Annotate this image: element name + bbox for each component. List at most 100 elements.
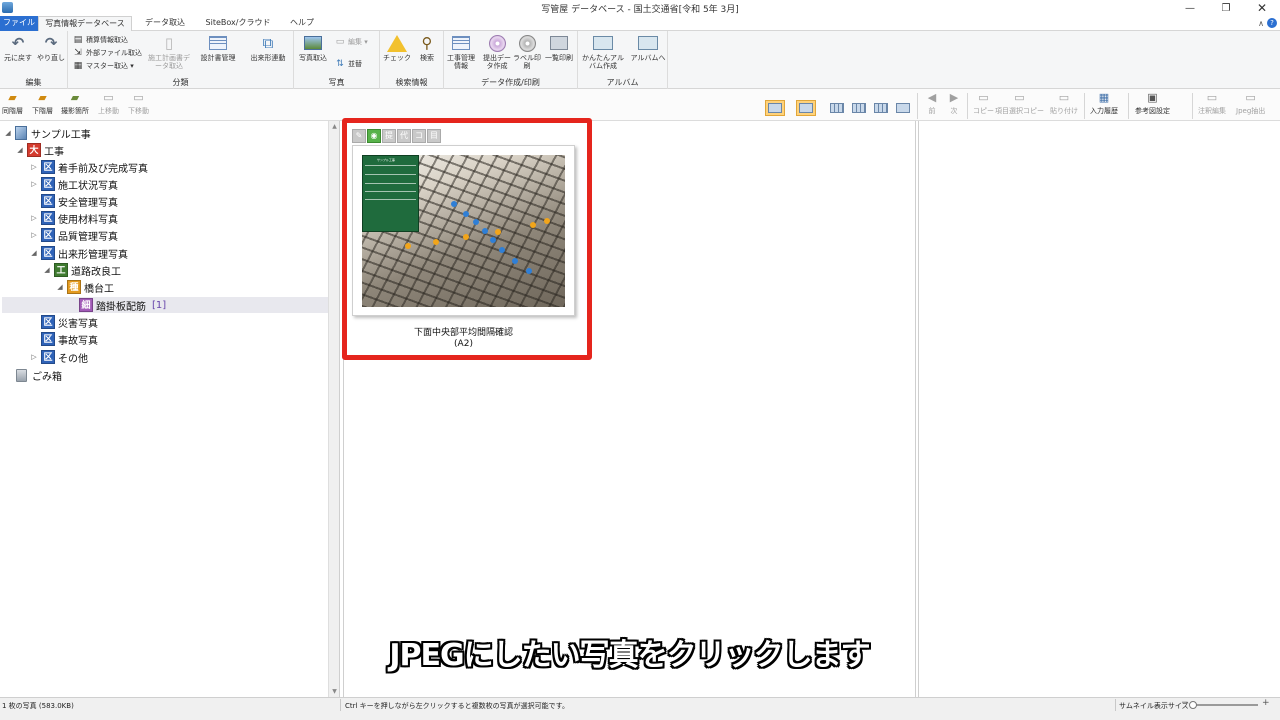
tree-item-other[interactable]: ▷ 区 その他 [30,349,88,365]
slider-knob[interactable] [1189,701,1197,709]
reference-settings-button[interactable]: ▣ 参考図設定 [1135,91,1170,115]
dekigata-link-button[interactable]: ⧉ 出来形連動 [246,34,290,63]
copy-icon: ▭ [978,91,989,104]
collapse-toggle-icon[interactable]: ◢ [56,283,64,291]
same-level-button[interactable]: ▰ 同階層 [2,91,23,115]
list-print-button[interactable]: 一覧印刷 [544,34,574,62]
expand-toggle-icon[interactable]: ▷ [30,180,38,188]
expand-toggle-icon[interactable]: ▷ [30,214,38,222]
category-ku-icon: 区 [41,350,55,364]
tab-data-import[interactable]: データ取込 [136,16,194,31]
jpeg-extract-button[interactable]: ▭ Jpeg抽出 [1236,91,1265,115]
view-single-button[interactable] [765,100,785,116]
easy-album-label: かんたんアルバム作成 [582,54,624,70]
plan-data-import-button[interactable]: ▯ 施工計画書データ取込 [148,34,190,71]
tree-item-accident[interactable]: 区 事故写真 [30,331,98,347]
to-album-button[interactable]: アルバムへ [630,34,666,62]
tree-item-disaster[interactable]: 区 災害写真 [30,314,98,330]
collapse-toggle-icon[interactable]: ◢ [4,129,12,137]
tree-item-safety[interactable]: 区 安全管理写真 [30,193,118,209]
tree-item-trash[interactable]: ごみ箱 [16,367,62,383]
tree-root[interactable]: ◢ サンプル工事 [4,125,91,141]
zoom-in-button[interactable]: + [1262,698,1270,708]
tree-item-bridge-abutment[interactable]: ◢ 種 橋台工 [56,279,114,295]
tree-item-work[interactable]: ◢ 大 工事 [16,142,64,158]
external-file-import-button[interactable]: ⇲ 外部ファイル取込 [72,47,142,58]
tree-item-materials[interactable]: ▷ 区 使用材料写真 [30,210,118,226]
work-info-button[interactable]: 工事管理情報 [444,34,478,70]
photo-import-button[interactable]: 写真取込 [296,34,330,62]
prev-button[interactable]: ◀ 前 [924,91,940,115]
tab-sitebox[interactable]: SiteBox/クラウド [198,16,278,31]
zoom-out-button[interactable]: − [1181,698,1189,708]
view-grid-2-button[interactable] [871,100,891,116]
photo-edit-button[interactable]: ▭ 編集 ▾ [334,36,368,47]
restore-button[interactable]: ❐ [1208,0,1244,16]
tree-item-road[interactable]: ◢ 工 道路改良工 [43,262,121,278]
check-button[interactable]: チェック [380,34,414,62]
tree-item-dekigata[interactable]: ◢ 区 出来形管理写真 [30,245,128,261]
design-management-button[interactable]: 設計書管理 [196,34,240,62]
ribbon-collapse-icon[interactable]: ∧ [1258,19,1264,28]
copy-button[interactable]: ▭ コピー [973,91,994,115]
shoot-location-button[interactable]: ▰ 撮影箇所 [61,91,89,115]
label-print-label: ラベル印刷 [513,54,541,70]
thumbnail-size-slider[interactable] [1189,701,1258,709]
note-icon: ▭ [1206,91,1218,104]
tab-help[interactable]: ヘルプ [282,16,322,31]
tree-item-selected[interactable]: 細 踏掛板配筋 [1] [68,297,166,313]
submit-data-label: 提出データ作成 [483,54,511,70]
expand-toggle-icon[interactable]: ▷ [30,353,38,361]
tree-scrollbar[interactable]: ▲ ▼ [328,121,339,697]
minimize-button[interactable]: — [1172,0,1208,16]
trash-icon [16,368,27,382]
move-down-button[interactable]: ▭ 下移動 [128,91,149,115]
tree-item-before-after[interactable]: ▷ 区 着手前及び完成写真 [30,159,148,175]
tab-file[interactable]: ファイル [0,16,38,31]
move-up-button[interactable]: ▭ 上移動 [98,91,119,115]
search-button[interactable]: ⚲ 検索 [410,34,444,63]
master-import-button[interactable]: ▦ マスター取込 ▾ [72,60,134,71]
tree-item-label: 出来形管理写真 [58,249,128,261]
collapse-toggle-icon[interactable]: ◢ [30,249,38,257]
album-icon [593,36,613,50]
photo-icon [304,36,322,50]
scroll-up-icon[interactable]: ▲ [329,123,340,130]
submit-data-button[interactable]: 提出データ作成 [480,34,514,70]
tab-photo-database[interactable]: 写真情報データベース [38,16,132,32]
redo-button[interactable]: ↷ やり直し [34,34,68,63]
lower-level-button[interactable]: ▰ 下階層 [32,91,53,115]
expand-toggle-icon[interactable]: ▷ [30,163,38,171]
label-print-button[interactable]: ラベル印刷 [512,34,542,70]
view-large-button[interactable] [893,100,913,116]
collapse-toggle-icon[interactable]: ◢ [43,266,51,274]
view-detail-button[interactable] [796,100,816,116]
tree-item-label: 施工状況写真 [58,180,118,192]
redo-label: やり直し [37,54,65,62]
ribbon-group-edit: ↶ 元に戻す ↷ やり直し 編集 [0,31,68,89]
close-button[interactable]: ✕ [1244,0,1280,16]
undo-label: 元に戻す [4,54,32,62]
next-button[interactable]: ▶ 次 [946,91,962,115]
input-history-button[interactable]: ▦ 入力履歴 [1090,91,1118,115]
tree-item-quality[interactable]: ▷ 区 品質管理写真 [30,227,118,243]
work-info-label: 工事管理情報 [447,54,475,70]
work-info-icon [452,36,470,50]
tree-item-construction-status[interactable]: ▷ 区 施工状況写真 [30,176,118,192]
expand-toggle-icon[interactable]: ▷ [30,231,38,239]
sort-button[interactable]: ⇅ 並替 [334,58,362,69]
note-edit-button[interactable]: ▭ 注釈編集 [1198,91,1226,115]
photo-count-status: 1 枚の写真 (583.0KB) [2,702,74,710]
help-icon[interactable]: ? [1267,18,1277,28]
paste-button[interactable]: ▭ 貼り付け [1050,91,1078,115]
undo-button[interactable]: ↶ 元に戻す [1,34,35,63]
toolbar-divider [967,93,968,119]
scroll-down-icon[interactable]: ▼ [329,688,340,695]
collapse-toggle-icon[interactable]: ◢ [16,146,24,154]
easy-album-button[interactable]: かんたんアルバム作成 [580,34,626,70]
document-icon: ▯ [164,34,174,52]
estimate-import-button[interactable]: ▤ 積算情報取込 [72,34,128,45]
view-grid-4-button[interactable] [849,100,869,116]
view-grid-3-button[interactable] [827,100,847,116]
item-select-copy-button[interactable]: ▭ 項目選択コピー [995,91,1044,115]
